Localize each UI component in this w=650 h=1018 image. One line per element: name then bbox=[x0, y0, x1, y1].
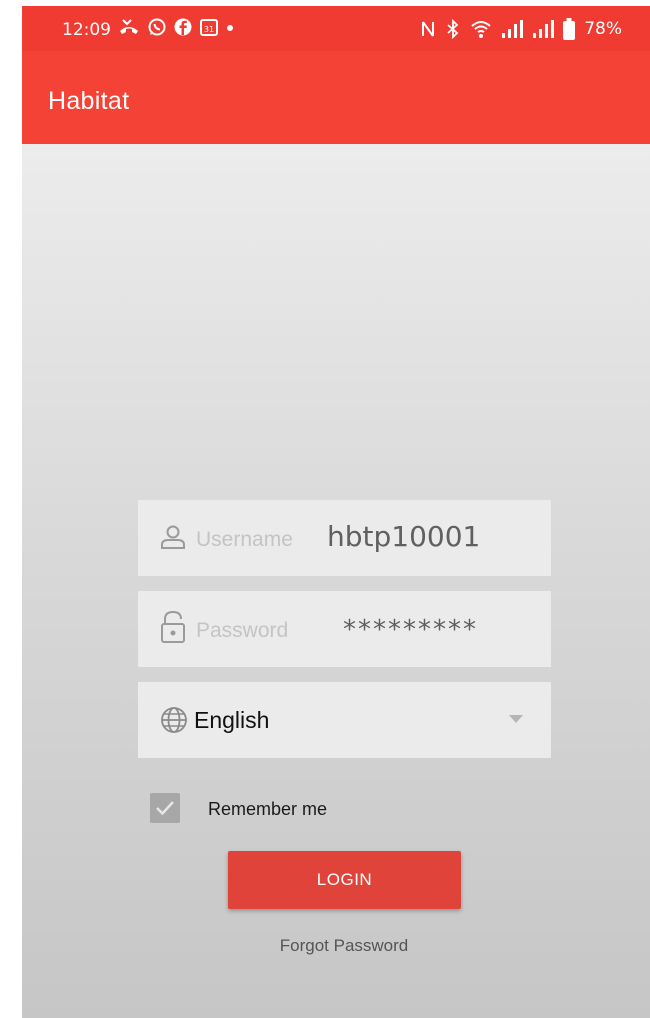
system-icons: 78% bbox=[420, 18, 622, 40]
password-value: ********* bbox=[343, 615, 478, 645]
chevron-down-icon bbox=[509, 715, 523, 723]
login-button[interactable]: LOGIN bbox=[228, 851, 461, 909]
calendar-icon: 31 bbox=[200, 19, 218, 36]
globe-icon bbox=[161, 707, 187, 733]
signal-icon bbox=[502, 20, 524, 38]
phone-screen: 12:09 31 78% Habitat Username hbtp10001 bbox=[22, 6, 650, 1018]
app-title: Habitat bbox=[48, 87, 130, 115]
battery-percent: 78% bbox=[584, 19, 622, 39]
dot-icon bbox=[227, 25, 233, 31]
remember-me-label: Remember me bbox=[208, 799, 328, 819]
remember-me-checkbox[interactable] bbox=[150, 793, 180, 823]
bluetooth-icon bbox=[447, 19, 459, 39]
wifi-icon bbox=[471, 21, 491, 38]
lock-icon bbox=[161, 611, 185, 643]
battery-icon bbox=[563, 18, 576, 40]
login-screen: Username hbtp10001 Password ********* En… bbox=[22, 144, 650, 1018]
signal-icon bbox=[533, 20, 555, 38]
user-icon bbox=[161, 525, 185, 549]
facebook-icon bbox=[174, 18, 192, 36]
status-bar: 12:09 31 78% bbox=[22, 6, 650, 51]
nfc-icon bbox=[422, 21, 435, 37]
username-placeholder: Username bbox=[196, 528, 293, 551]
status-time: 12:09 bbox=[62, 20, 111, 40]
missed-call-icon bbox=[120, 19, 138, 34]
svg-text:31: 31 bbox=[204, 25, 214, 34]
checkmark-icon bbox=[156, 801, 174, 816]
language-dropdown[interactable]: English bbox=[138, 682, 551, 758]
language-selected: English bbox=[194, 707, 270, 733]
password-placeholder: Password bbox=[196, 619, 289, 642]
forgot-password-link[interactable]: Forgot Password bbox=[22, 936, 650, 956]
password-field[interactable]: Password ********* bbox=[138, 591, 551, 667]
remember-me[interactable]: Remember me bbox=[150, 792, 400, 826]
app-bar: Habitat bbox=[22, 51, 650, 144]
notification-icons: 31 bbox=[118, 17, 234, 37]
username-value: hbtp10001 bbox=[327, 520, 481, 553]
username-field[interactable]: Username hbtp10001 bbox=[138, 500, 551, 576]
whatsapp-icon bbox=[148, 18, 166, 36]
